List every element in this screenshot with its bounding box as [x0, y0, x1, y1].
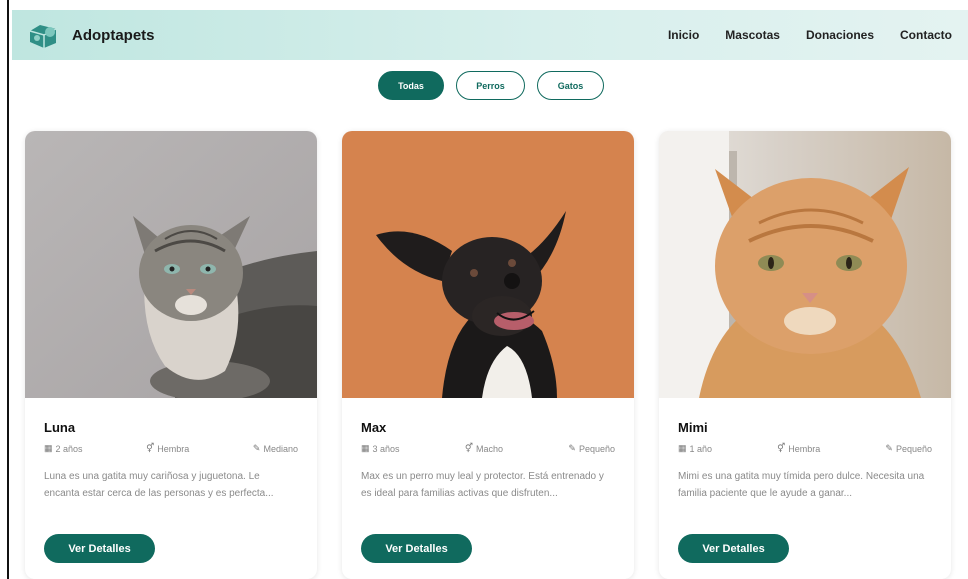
brand[interactable]: Adoptapets: [26, 21, 155, 49]
pet-name: Luna: [44, 420, 76, 435]
calendar-icon: ▦: [678, 443, 687, 453]
pet-name: Mimi: [678, 420, 708, 435]
ruler-icon: ✎: [252, 443, 261, 453]
top-navbar: Adoptapets Inicio Mascotas Donaciones Co…: [12, 10, 968, 60]
pet-meta: ▦ 2 años ⚥ Hembra ✎ Mediano: [44, 443, 298, 454]
main-nav: Inicio Mascotas Donaciones Contacto: [668, 28, 952, 42]
pet-size: ✎ Pequeño: [568, 443, 615, 454]
nav-link-inicio[interactable]: Inicio: [668, 28, 699, 42]
pet-name: Max: [361, 420, 387, 435]
pet-size: ✎ Mediano: [253, 443, 298, 454]
gender-icon: ⚥: [146, 443, 155, 453]
pet-description: Luna es una gatita muy cariñosa y juguet…: [44, 471, 274, 499]
pet-size-value: Pequeño: [895, 443, 932, 454]
pet-sex: ⚥ Hembra: [146, 443, 189, 454]
calendar-icon: ▦: [361, 443, 370, 453]
pet-sex: ⚥ Hembra: [777, 443, 820, 454]
pet-age-value: 3 años: [372, 443, 400, 454]
pet-size: ✎ Pequeño: [885, 443, 932, 454]
pet-description: Max es un perro muy leal y protector. Es…: [361, 471, 604, 499]
pet-logo-icon: [29, 25, 57, 48]
filter-bar: Todas Perros Gatos: [0, 71, 968, 100]
pet-age-value: 1 año: [689, 443, 713, 454]
pet-card-mimi[interactable]: Mimi ▦ 1 año ⚥ Hembra ✎ Pequeño Mimi es una…: [659, 131, 951, 579]
pet-card-max[interactable]: Max ▦ 3 años ⚥ Macho ✎ Pequeño Max es un pe…: [342, 131, 634, 579]
pet-age: ▦ 2 años: [44, 443, 83, 454]
pet-photo-image: [25, 131, 317, 398]
pet-photo-image: [342, 131, 634, 398]
ruler-icon: ✎: [885, 443, 893, 453]
ruler-icon: ✎: [568, 443, 576, 453]
pet-meta: ▦ 1 año ⚥ Hembra ✎ Pequeño: [678, 443, 932, 454]
filter-todas-button[interactable]: Todas: [378, 71, 444, 100]
gender-icon: ⚥: [777, 443, 786, 453]
filter-perros-button[interactable]: Perros: [456, 71, 525, 100]
view-details-button[interactable]: Ver Detalles: [678, 534, 789, 563]
pet-age-value: 2 años: [55, 443, 83, 454]
view-details-button[interactable]: Ver Detalles: [361, 534, 472, 563]
pet-card-luna[interactable]: Luna ▦ 2 años ⚥ Hembra ✎ Mediano Luna es un…: [25, 131, 317, 579]
pet-photo-mimi: [659, 131, 951, 398]
brand-name: Adoptapets: [72, 26, 155, 44]
pet-sex: ⚥ Macho: [465, 443, 503, 454]
pet-description: Mimi es una gatita muy tímida pero dulce…: [678, 471, 925, 499]
pet-meta: ▦ 3 años ⚥ Macho ✎ Pequeño: [361, 443, 615, 454]
nav-link-donaciones[interactable]: Donaciones: [806, 28, 874, 42]
pet-sex-value: Hembra: [788, 443, 821, 454]
pet-age: ▦ 1 año: [678, 443, 712, 454]
pet-photo-max: [342, 131, 634, 398]
pet-photo-luna: [25, 131, 317, 398]
pet-age: ▦ 3 años: [361, 443, 400, 454]
pet-sex-value: Hembra: [157, 443, 190, 454]
pet-size-value: Mediano: [263, 443, 298, 454]
view-details-button[interactable]: Ver Detalles: [44, 534, 155, 563]
pet-size-value: Pequeño: [578, 443, 615, 454]
nav-link-mascotas[interactable]: Mascotas: [725, 28, 780, 42]
pet-sex-value: Macho: [476, 443, 504, 454]
gender-icon: ⚥: [464, 443, 474, 453]
calendar-icon: ▦: [44, 443, 53, 453]
nav-link-contacto[interactable]: Contacto: [900, 28, 952, 42]
pet-photo-image: [659, 131, 951, 398]
filter-gatos-button[interactable]: Gatos: [537, 71, 604, 100]
